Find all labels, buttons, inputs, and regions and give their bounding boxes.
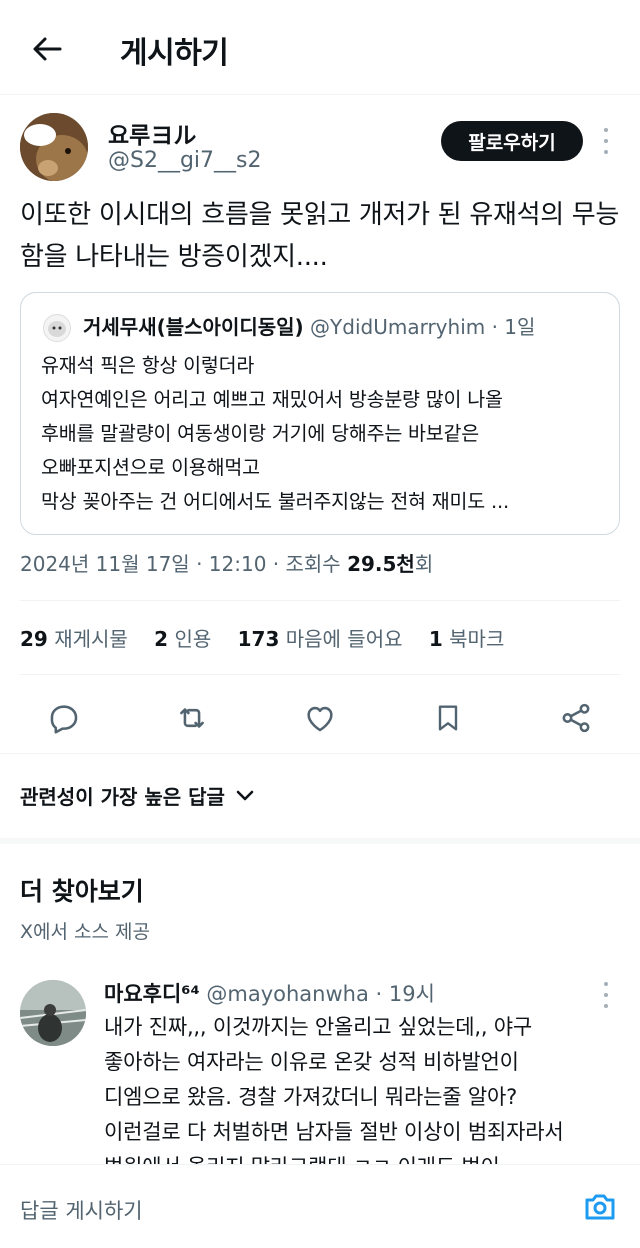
action-bar xyxy=(0,690,640,740)
reposts-count: 29 xyxy=(20,627,48,651)
quote-line: 여자연예인은 어리고 예쁘고 재밌어서 방송분량 많이 나올 xyxy=(41,388,503,411)
more-dot-icon xyxy=(604,982,608,986)
explore-more-title: 더 찾아보기 xyxy=(20,877,144,906)
reply-line: 좋아하는 여자라는 이유로 온갖 성적 비하발언이 xyxy=(104,1050,519,1074)
avatar-image xyxy=(20,980,86,1046)
avatar-image xyxy=(48,321,66,337)
more-dot-icon xyxy=(604,150,608,154)
quote-header: 거세무새(블스아이디동일) @YdidUmarryhim · 1일 xyxy=(83,311,535,340)
quote-author-handle: @YdidUmarryhim xyxy=(310,315,486,339)
quote-author-name: 거세무새(블스아이디동일) xyxy=(83,315,304,339)
engagement-stats: 29 재게시물 2 인용 173 마음에 들어요 1 북마크 xyxy=(20,623,524,652)
bookmarks-stat[interactable]: 1 북마크 xyxy=(429,627,504,651)
reply-line: 이런걸로 다 처벌하면 남자들 절반 이상이 범죄자라서 xyxy=(104,1120,564,1144)
repost-icon xyxy=(180,708,204,728)
more-dot-icon xyxy=(604,1004,608,1008)
divider xyxy=(20,674,620,675)
bookmarks-count: 1 xyxy=(428,627,443,651)
more-dot-icon xyxy=(604,993,608,997)
repost-button[interactable] xyxy=(172,698,212,738)
page-title: 게시하기 xyxy=(120,36,229,71)
avatar-image xyxy=(20,113,88,181)
explore-more-source: X에서 소스 제공 xyxy=(20,921,150,943)
reply-line: 내가 진짜,,, 이것까지는 안올리고 싶었는데,, 야구 xyxy=(104,1015,533,1039)
reply-header: 마요후디⁶⁴ @mayohanwha · 19시 xyxy=(104,978,435,1008)
back-button[interactable] xyxy=(28,30,66,68)
tweet-text: 이또한 이시대의 흐름을 못읽고 개저가 된 유재석의 무능함을 나타내는 방증… xyxy=(20,200,620,272)
sort-label: 관련성이 가장 높은 답글 xyxy=(20,785,225,809)
quote-avatar xyxy=(43,314,71,342)
reply-time: · 19시 xyxy=(375,982,435,1006)
divider xyxy=(20,600,620,601)
section-separator xyxy=(0,838,640,844)
reply-text[interactable]: 내가 진짜,,, 이것까지는 안올리고 싶었는데,, 야구 좋아하는 여자라는 … xyxy=(104,1010,624,1185)
reply-button[interactable] xyxy=(44,698,84,738)
reply-compose-bar: 답글 게시하기 xyxy=(0,1164,640,1248)
reply-sort-dropdown[interactable]: 관련성이 가장 높은 답글 xyxy=(20,781,255,810)
quote-line: 후배를 말괄량이 여동생이랑 거기에 당해주는 바보같은 xyxy=(41,422,480,445)
view-count: 29.5천 xyxy=(347,552,415,576)
quote-line: 유재석 픽은 항상 이렇더라 xyxy=(41,354,255,377)
reply-line: 디엠으로 왔음. 경찰 가져갔더니 뭐라는줄 알아? xyxy=(104,1085,518,1109)
camera-button[interactable] xyxy=(580,1189,620,1225)
like-icon xyxy=(307,706,333,732)
more-options-button[interactable] xyxy=(596,128,616,154)
camera-icon xyxy=(585,1194,615,1220)
back-arrow-icon xyxy=(33,37,62,61)
likes-label: 마음에 들어요 xyxy=(285,627,403,651)
share-button[interactable] xyxy=(556,698,596,738)
quote-line: 막상 꽂아주는 건 어디에서도 불러주지않는 전혀 재미도 ... xyxy=(41,490,510,513)
quoted-tweet[interactable]: 거세무새(블스아이디동일) @YdidUmarryhim · 1일 유재석 픽은… xyxy=(20,292,620,535)
quotes-count: 2 xyxy=(154,627,169,651)
follow-button[interactable]: 팔로우하기 xyxy=(441,121,583,161)
quote-text: 유재석 픽은 항상 이렇더라 여자연예인은 어리고 예쁘고 재밌어서 방송분량 … xyxy=(41,349,611,519)
reply-author-name[interactable]: 마요후디⁶⁴ xyxy=(104,982,200,1006)
reply-icon xyxy=(50,705,78,734)
reply-input[interactable]: 답글 게시하기 xyxy=(20,1195,143,1225)
top-bar: 게시하기 xyxy=(0,0,640,95)
bookmark-button[interactable] xyxy=(428,698,468,738)
quote-line: 오빠포지션으로 이용해먹고 xyxy=(41,456,260,479)
quotes-stat[interactable]: 2 인용 xyxy=(154,627,211,651)
author-avatar[interactable] xyxy=(20,113,88,181)
quotes-label: 인용 xyxy=(174,627,212,651)
tweet-meta: 2024년 11월 17일 · 12:10 · 조회수 29.5천회 xyxy=(20,548,433,577)
quote-time: · 1일 xyxy=(491,315,536,339)
view-suffix: 회 xyxy=(414,552,434,576)
likes-count: 173 xyxy=(237,627,280,651)
chevron-down-icon xyxy=(236,790,254,800)
bookmarks-label: 북마크 xyxy=(449,627,505,651)
reposts-label: 재게시물 xyxy=(54,627,128,651)
reply-author-avatar[interactable] xyxy=(20,980,86,1046)
reply-author-handle[interactable]: @mayohanwha xyxy=(206,982,368,1006)
reply-more-options-button[interactable] xyxy=(596,982,616,1008)
author-name[interactable]: 요루ヨル xyxy=(108,116,196,150)
more-dot-icon xyxy=(604,128,608,132)
likes-stat[interactable]: 173 마음에 들어요 xyxy=(238,627,403,651)
like-button[interactable] xyxy=(300,698,340,738)
divider xyxy=(0,753,640,754)
meta-date-time: 2024년 11월 17일 · 12:10 · 조회수 xyxy=(20,552,348,576)
author-handle[interactable]: @S2__gi7__s2 xyxy=(108,148,262,173)
bookmark-icon xyxy=(438,705,458,731)
more-dot-icon xyxy=(604,139,608,143)
share-icon xyxy=(562,703,590,733)
reposts-stat[interactable]: 29 재게시물 xyxy=(20,627,128,651)
